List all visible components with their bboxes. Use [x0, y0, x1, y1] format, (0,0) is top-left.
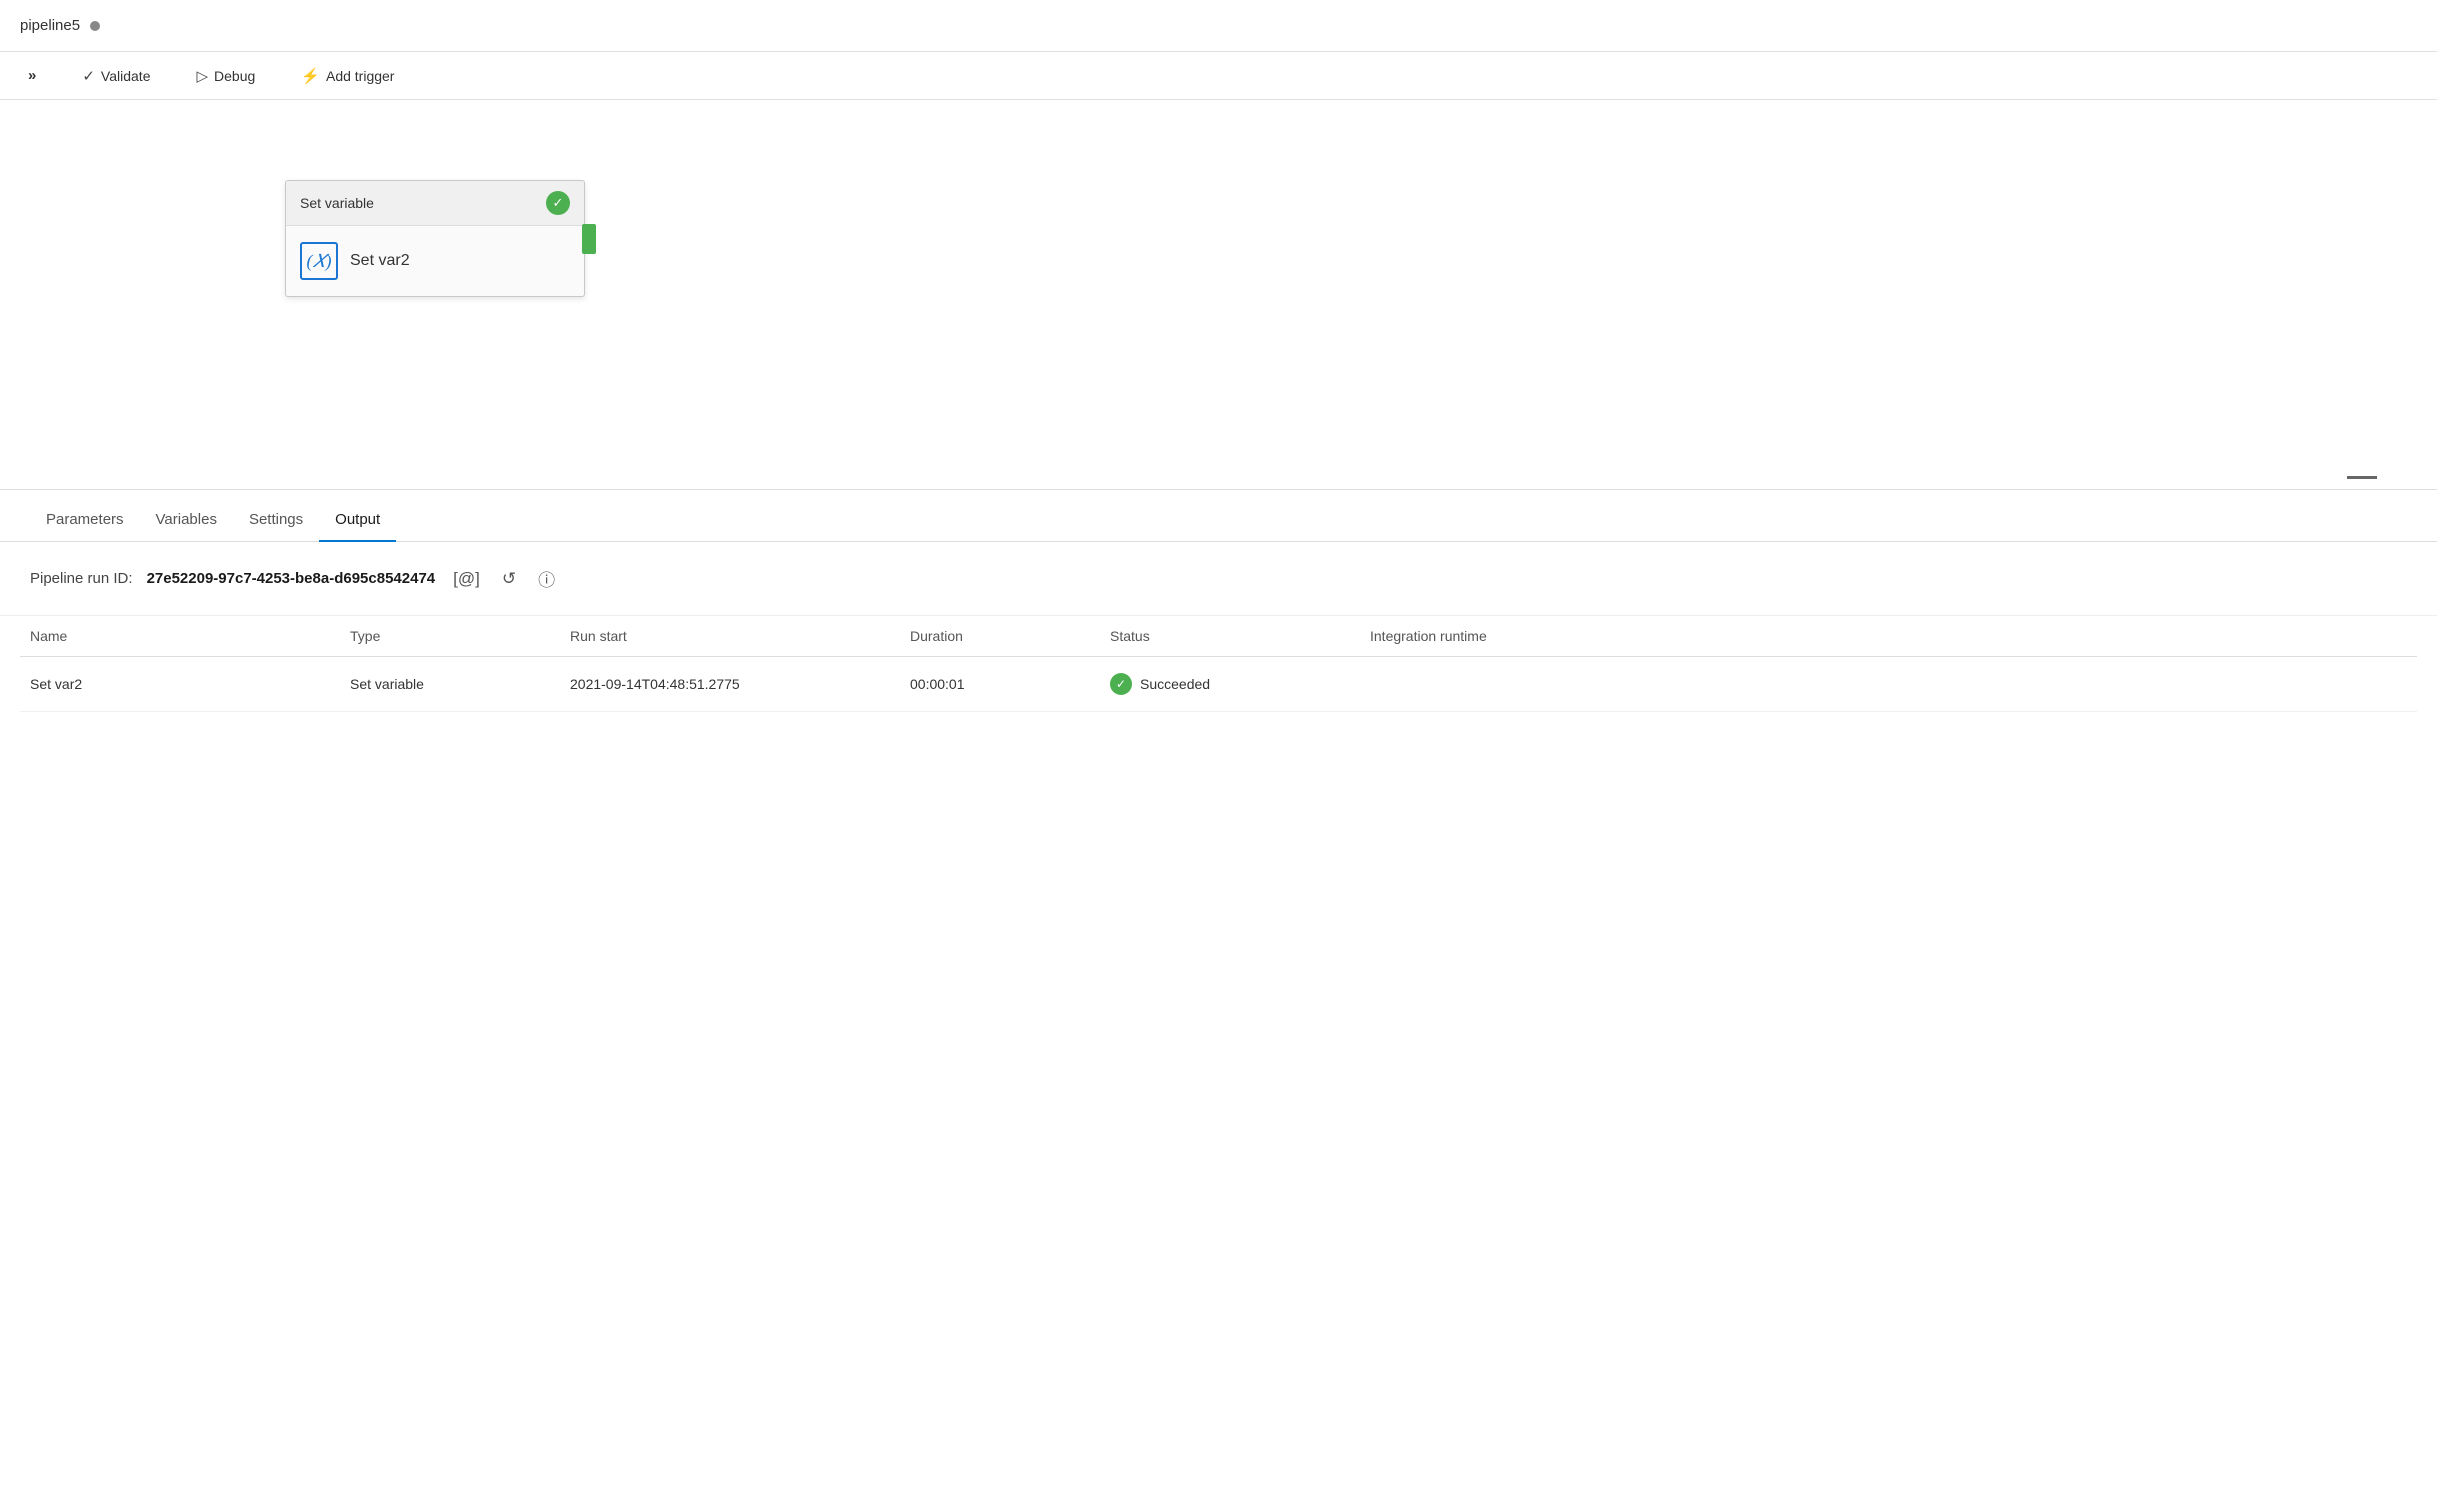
table-header: Name Type Run start Duration Status Inte…	[20, 616, 2417, 657]
row-duration: 00:00:01	[910, 676, 1110, 692]
bottom-panel: Parameters Variables Settings Output Pip…	[0, 490, 2437, 1500]
node-body: (𝑋) Set var2	[286, 226, 584, 296]
row-run-start: 2021-09-14T04:48:51.2775	[570, 676, 910, 692]
col-run-start: Run start	[570, 628, 910, 644]
row-type: Set variable	[350, 676, 570, 692]
toolbar: » ✓ Validate ▷ Debug ⚡ Add trigger	[0, 52, 2437, 100]
pipeline-title: pipeline5	[20, 17, 100, 34]
tab-variables[interactable]: Variables	[140, 499, 233, 542]
row-status-cell: ✓ Succeeded	[1110, 673, 1370, 695]
debug-label: Debug	[214, 68, 255, 84]
canvas-area: Set variable ✓ (𝑋) Set var2	[0, 100, 2437, 490]
debug-icon: ▷	[196, 67, 208, 85]
node-title: Set variable	[300, 195, 374, 211]
info-button[interactable]: ⓘ	[534, 562, 559, 595]
row-name: Set var2	[30, 676, 350, 692]
run-id-value: 27e52209-97c7-4253-be8a-d695c8542474	[147, 570, 436, 587]
node-success-badge: ✓	[546, 191, 570, 215]
col-type: Type	[350, 628, 570, 644]
status-success-icon: ✓	[1110, 673, 1132, 695]
pipeline-node[interactable]: Set variable ✓ (𝑋) Set var2	[285, 180, 585, 297]
tab-parameters[interactable]: Parameters	[30, 499, 140, 542]
tabs-bar: Parameters Variables Settings Output	[0, 490, 2437, 542]
col-duration: Duration	[910, 628, 1110, 644]
variable-icon: (𝑋)	[300, 242, 338, 280]
node-activity-name: Set var2	[350, 252, 410, 270]
tab-settings[interactable]: Settings	[233, 499, 319, 542]
validate-button[interactable]: ✓ Validate	[74, 63, 158, 89]
validate-icon: ✓	[82, 67, 95, 85]
success-check-icon: ✓	[553, 195, 564, 211]
node-connector	[582, 224, 596, 254]
debug-button[interactable]: ▷ Debug	[188, 63, 263, 89]
tab-output[interactable]: Output	[319, 499, 396, 542]
col-status: Status	[1110, 628, 1370, 644]
table-row[interactable]: Set var2 Set variable 2021-09-14T04:48:5…	[20, 657, 2417, 712]
copy-run-id-button[interactable]: [@]	[449, 565, 484, 593]
pipeline-name-label: pipeline5	[20, 17, 80, 34]
unsaved-dot	[90, 21, 100, 31]
add-trigger-label: Add trigger	[326, 68, 394, 84]
row-status: Succeeded	[1140, 676, 1210, 692]
output-table: Name Type Run start Duration Status Inte…	[0, 616, 2437, 712]
variable-x-symbol: (𝑋)	[307, 251, 332, 272]
minimize-bar[interactable]	[2347, 476, 2377, 479]
run-info: Pipeline run ID: 27e52209-97c7-4253-be8a…	[0, 542, 2437, 616]
col-name: Name	[30, 628, 350, 644]
add-trigger-button[interactable]: ⚡ Add trigger	[293, 63, 402, 89]
validate-label: Validate	[101, 68, 151, 84]
collapse-button[interactable]: »	[20, 63, 44, 88]
run-id-label: Pipeline run ID:	[30, 570, 133, 587]
node-header: Set variable ✓	[286, 181, 584, 226]
top-bar: pipeline5	[0, 0, 2437, 52]
col-integration-runtime: Integration runtime	[1370, 628, 2407, 644]
trigger-icon: ⚡	[301, 67, 320, 85]
refresh-button[interactable]: ↺	[498, 565, 520, 593]
